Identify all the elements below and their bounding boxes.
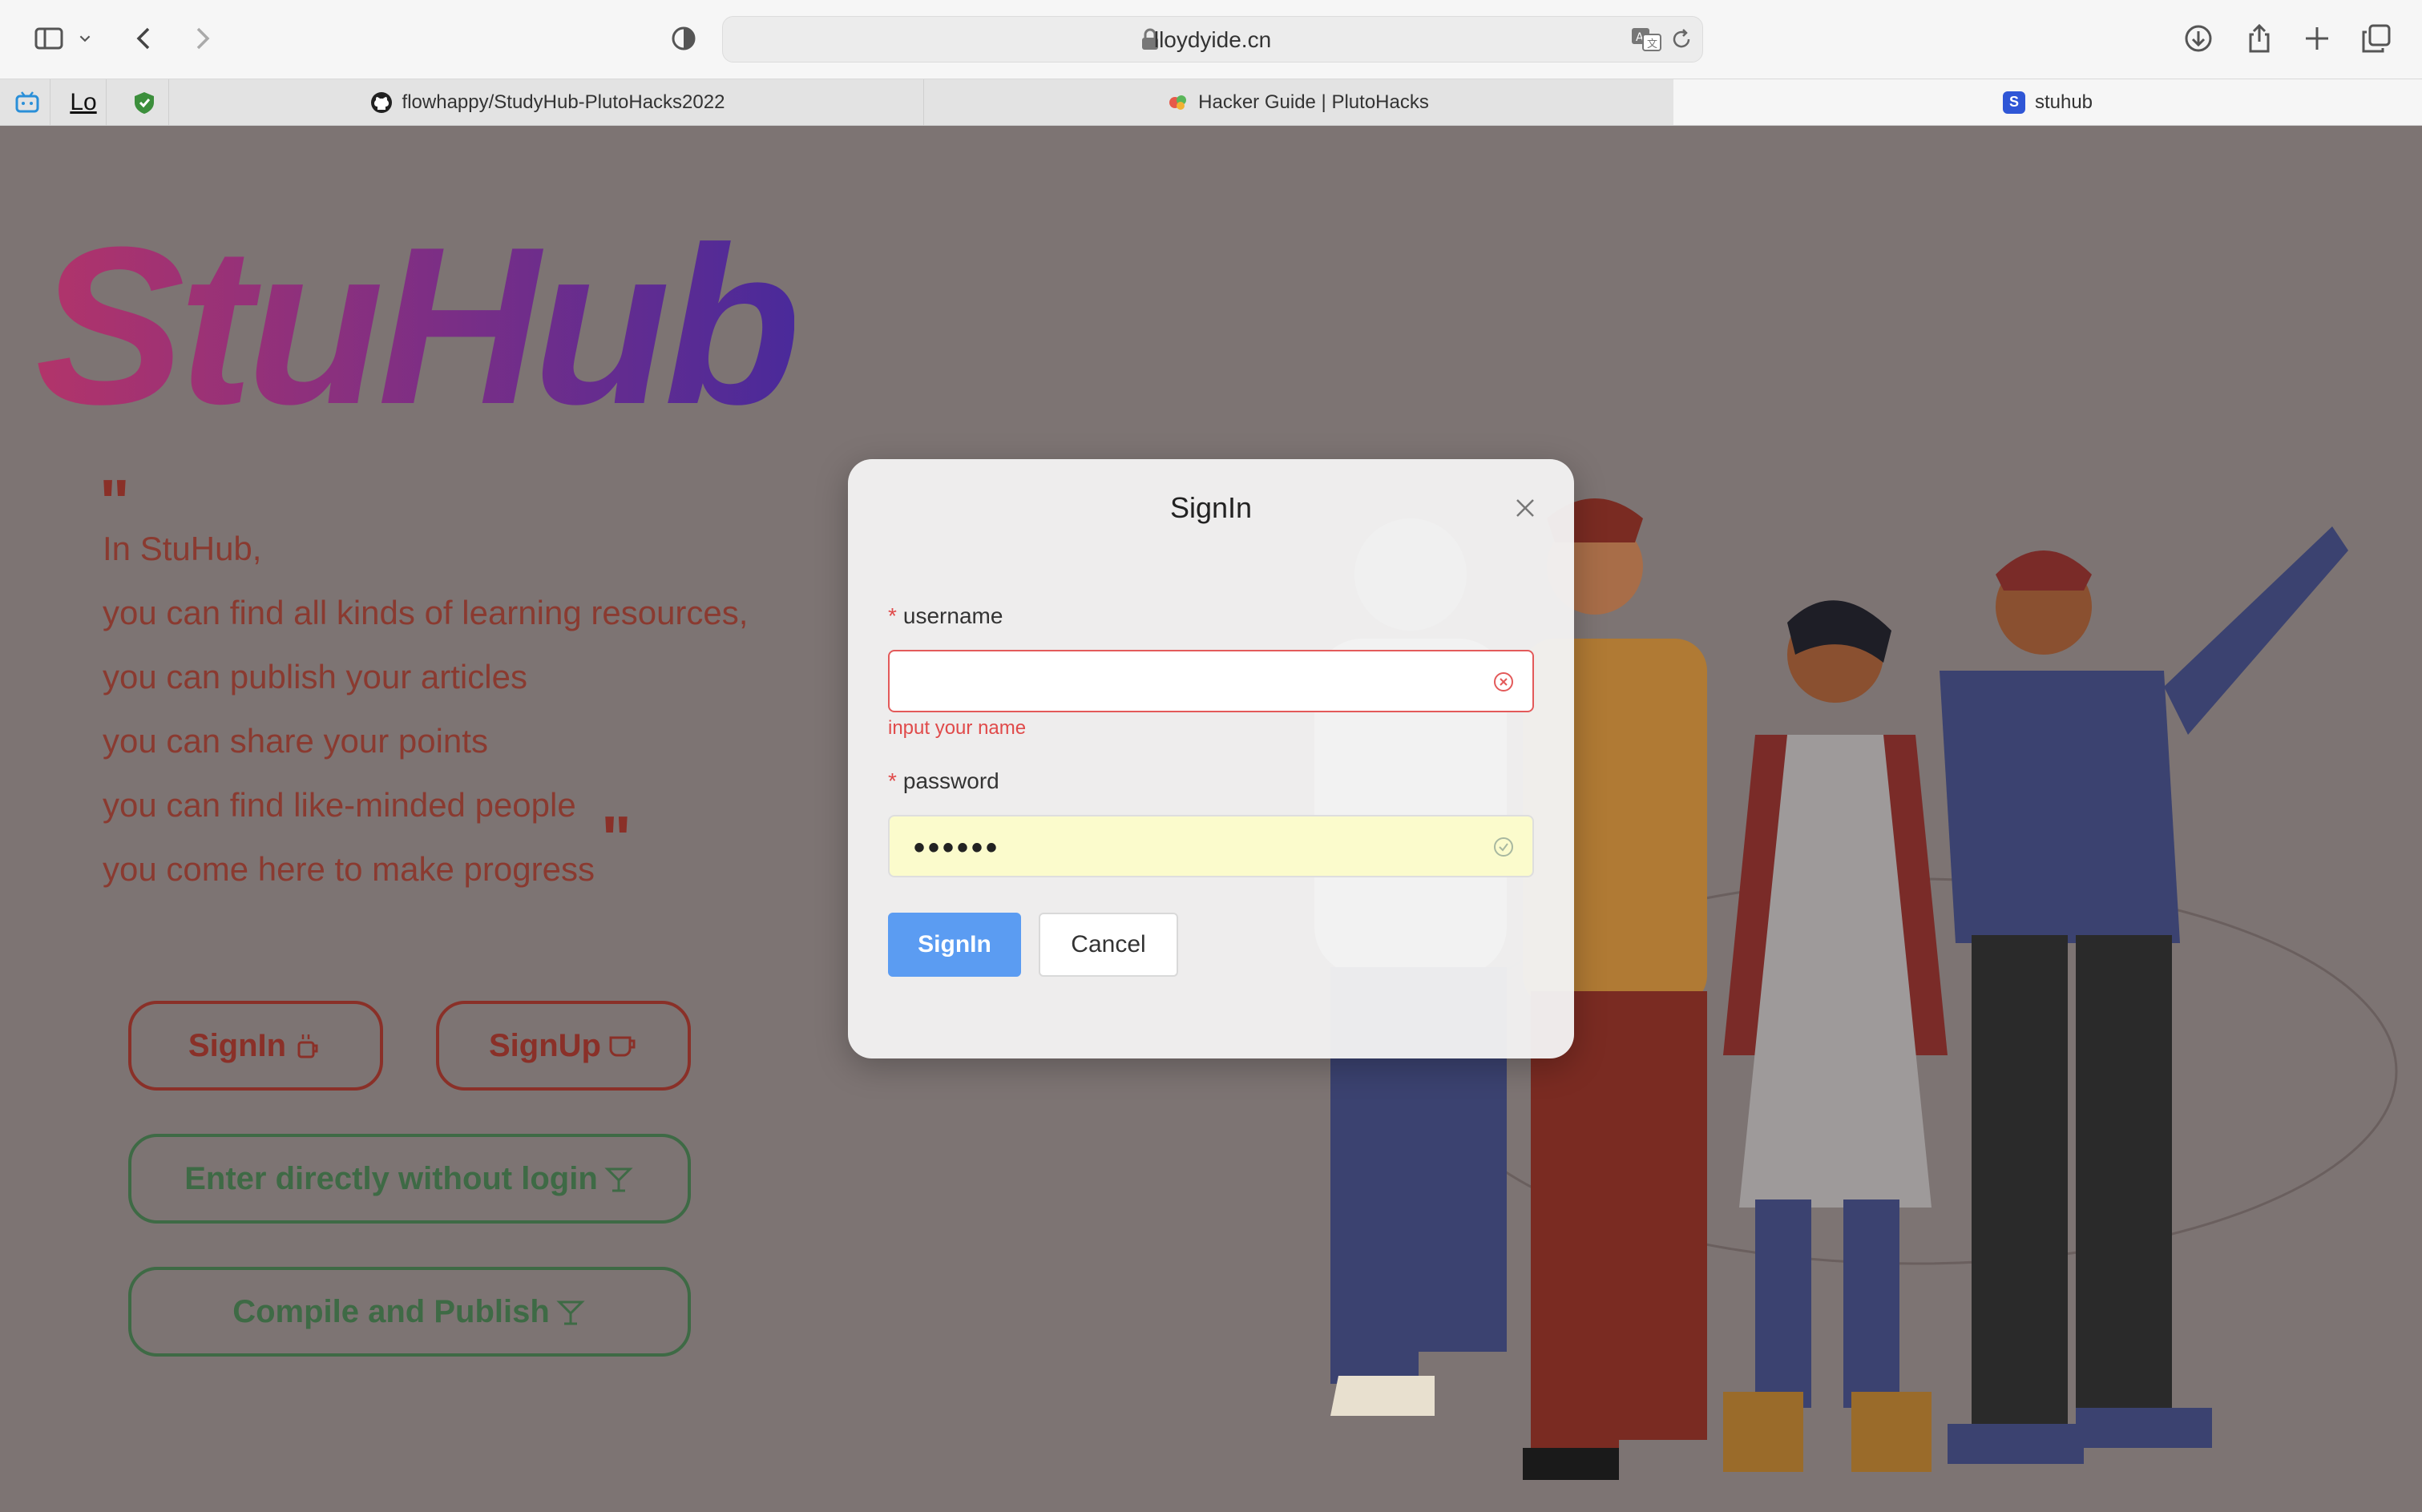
shield-icon (135, 91, 154, 114)
plutohacks-icon (1169, 95, 1187, 110)
pinned-tab-lo[interactable]: Lo (61, 79, 107, 125)
reload-icon[interactable] (1669, 26, 1694, 52)
password-label-text: password (902, 768, 999, 793)
username-input[interactable] (912, 664, 1476, 701)
bilibili-icon (15, 91, 39, 112)
url-text: lloydyide.cn (1153, 27, 1272, 52)
publish-button-label: Compile and Publish (232, 1293, 550, 1329)
stuhub-logo: StuHub (35, 201, 801, 451)
coffee-mug-icon (609, 1036, 636, 1057)
tab-title: stuhub (2034, 91, 2093, 113)
intro-line: you can publish your articles (103, 658, 527, 696)
modal-cancel-button[interactable]: Cancel (1039, 913, 1178, 977)
sidebar-toggle-icon[interactable] (30, 20, 67, 57)
forward-arrow-icon[interactable] (183, 20, 220, 57)
password-field[interactable] (888, 815, 1534, 877)
browser-toolbar: lloydyide.cn A文 (0, 0, 2422, 79)
new-tab-icon[interactable] (2299, 20, 2335, 57)
modal-signin-button[interactable]: SignIn (888, 913, 1021, 977)
enter-without-login-button[interactable]: Enter directly without login (128, 1134, 691, 1224)
pinned-tab-label: Lo (70, 88, 97, 115)
intro-line: In StuHub, (103, 530, 262, 567)
svg-text:文: 文 (1647, 38, 1657, 50)
username-field[interactable] (888, 650, 1534, 712)
password-label: * password (888, 768, 999, 794)
username-error: input your name (888, 717, 1027, 739)
chevron-down-icon[interactable] (74, 20, 96, 57)
address-bar[interactable]: lloydyide.cn A文 (722, 16, 1703, 62)
stuhub-icon: S (2002, 91, 2025, 114)
pinned-tab-shield[interactable] (120, 79, 169, 125)
tab-github[interactable]: flowhappy/StudyHub-PlutoHacks2022 (172, 79, 924, 125)
translate-icon[interactable]: A文 (1630, 25, 1662, 54)
person-figure (1940, 526, 2348, 1464)
intro-line: you come here to make progress (103, 850, 595, 888)
tab-plutohacks[interactable]: Hacker Guide | PlutoHacks (923, 79, 1674, 125)
privacy-shield-icon[interactable] (665, 20, 702, 57)
page-content: StuHub " In StuHub, you can find all kin… (0, 126, 2422, 1510)
signup-button[interactable]: SignUp (436, 1001, 691, 1091)
signin-button-label: SignIn (188, 1027, 287, 1063)
tab-overview-icon[interactable] (2358, 20, 2395, 57)
tab-title: Hacker Guide | PlutoHacks (1198, 91, 1429, 113)
username-label-text: username (902, 603, 1003, 628)
intro-line: you can share your points (103, 722, 488, 760)
download-icon[interactable] (2180, 20, 2217, 57)
required-marker: * (888, 603, 897, 628)
compile-and-publish-button[interactable]: Compile and Publish (128, 1267, 691, 1357)
github-icon (370, 91, 392, 113)
share-icon[interactable] (2241, 20, 2278, 57)
pinned-tab-bilibili[interactable] (5, 79, 50, 125)
coffee-cup-icon (297, 1034, 318, 1058)
cocktail-icon (604, 1167, 633, 1192)
signin-modal: SignIn * username input your name * passwo… (848, 459, 1574, 1058)
close-quote: " (601, 803, 632, 874)
check-circle-icon (1494, 837, 1513, 857)
cocktail-icon (556, 1300, 585, 1325)
person-figure (1723, 600, 1948, 1472)
required-marker: * (888, 768, 897, 793)
back-arrow-icon[interactable] (127, 20, 163, 57)
enter-button-label: Enter directly without login (184, 1160, 598, 1196)
error-circle-icon (1494, 672, 1513, 691)
modal-title: SignIn (1169, 491, 1253, 524)
tab-bar: Lo flowhappy/StudyHub-PlutoHacks2022 Hac… (0, 79, 2422, 126)
intro-line: you can find like-minded people (103, 786, 576, 824)
signup-button-label: SignUp (489, 1027, 601, 1063)
intro-line: you can find all kinds of learning resou… (103, 594, 749, 631)
username-label: * username (888, 603, 1003, 629)
password-input[interactable] (912, 829, 1476, 866)
close-icon[interactable] (1513, 496, 1537, 520)
tab-title: flowhappy/StudyHub-PlutoHacks2022 (402, 91, 725, 113)
tab-stuhub[interactable]: S stuhub (1673, 79, 2422, 125)
intro-text: In StuHub, you can find all kinds of lea… (103, 517, 748, 901)
signin-button[interactable]: SignIn (128, 1001, 383, 1091)
